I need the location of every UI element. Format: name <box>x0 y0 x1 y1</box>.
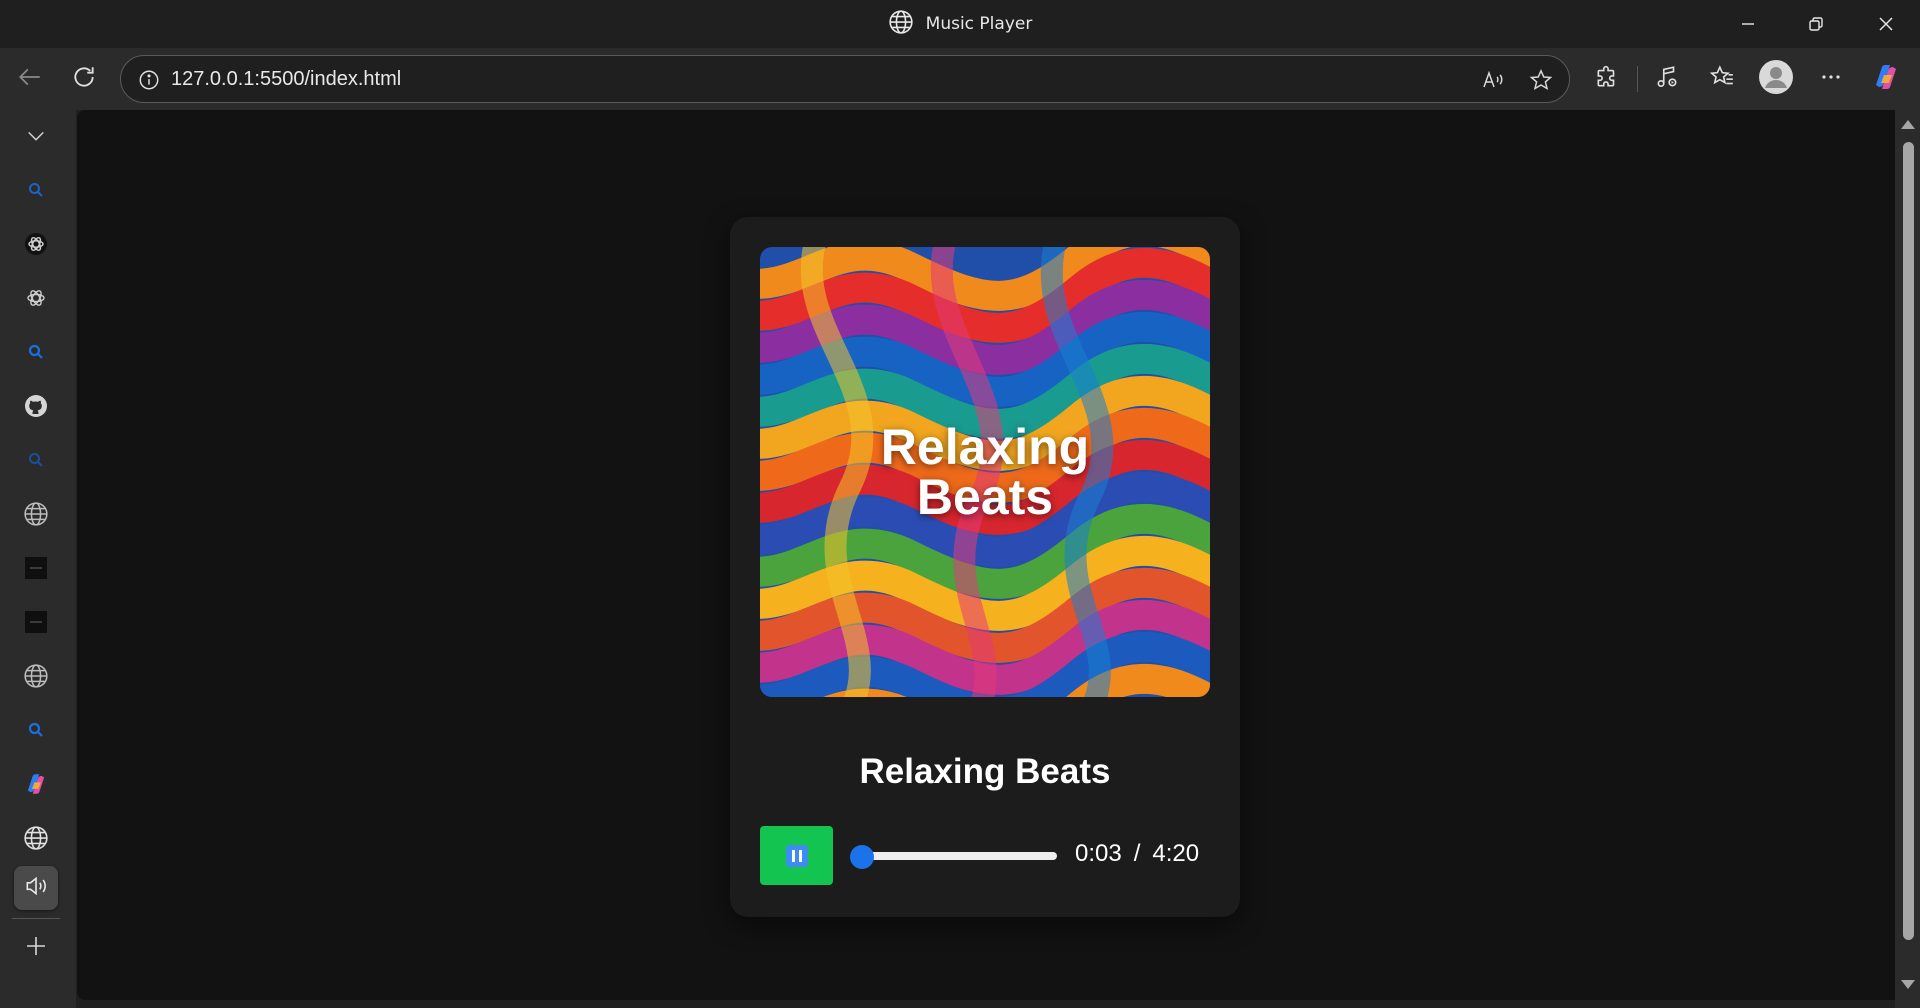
sidebar-item-music-player[interactable] <box>14 866 58 910</box>
copilot-icon <box>1870 61 1902 97</box>
globe-icon <box>888 9 914 40</box>
progress-thumb[interactable] <box>850 845 875 869</box>
scroll-up-arrow[interactable] <box>1901 120 1915 129</box>
sidebar-item-web-2[interactable] <box>14 656 58 700</box>
time-separator: / <box>1133 840 1141 867</box>
sidebar-divider <box>12 918 60 919</box>
scrollbar-thumb[interactable] <box>1903 142 1914 940</box>
toolbar-divider <box>1637 66 1638 92</box>
window-title: Music Player <box>925 14 1033 34</box>
pause-icon <box>785 844 808 867</box>
read-aloud-icon[interactable] <box>1471 58 1515 102</box>
favorites-button[interactable] <box>1700 57 1744 101</box>
sidebar-item-chatgpt-1[interactable] <box>14 224 58 268</box>
search-icon <box>28 452 44 472</box>
search-icon <box>28 344 44 364</box>
back-button[interactable] <box>8 57 52 101</box>
globe-icon <box>23 663 49 693</box>
restore-button[interactable] <box>1782 0 1850 48</box>
settings-more-button[interactable] <box>1809 57 1853 101</box>
sidebar-item-search-4[interactable] <box>14 710 58 754</box>
sidebar-add-button[interactable] <box>14 926 58 970</box>
star-icon[interactable] <box>1519 58 1563 102</box>
minimize-button[interactable] <box>1714 0 1782 48</box>
url-text[interactable]: 127.0.0.1:5500/index.html <box>171 56 401 102</box>
browser-sidebar <box>0 110 76 1008</box>
play-pause-button[interactable] <box>760 826 833 885</box>
sidebar-item-web-1[interactable] <box>14 494 58 538</box>
sidebar-item-search-1[interactable] <box>14 170 58 214</box>
song-title: Relaxing Beats <box>859 752 1111 791</box>
sidebar-item-web-3[interactable] <box>14 818 58 862</box>
openai-icon <box>24 286 48 314</box>
puzzle-icon <box>1594 64 1620 94</box>
music-player-card: Relaxing Beats Relaxing Beats 0:03 / 4:20 <box>730 217 1240 917</box>
profile-button[interactable] <box>1754 57 1798 101</box>
page-viewport: Relaxing Beats Relaxing Beats 0:03 / 4:20 <box>77 110 1895 1000</box>
sidebar-item-github[interactable] <box>14 386 58 430</box>
search-icon <box>28 722 44 742</box>
tab-thumbnail-icon <box>24 556 48 584</box>
info-icon[interactable] <box>127 58 171 102</box>
copilot-icon <box>23 771 49 801</box>
current-time: 0:03 <box>1075 840 1122 867</box>
duration: 4:20 <box>1152 840 1200 867</box>
time-display: 0:03 / 4:20 <box>1075 840 1199 868</box>
scroll-down-arrow[interactable] <box>1901 980 1915 989</box>
sidebar-item-chatgpt-2[interactable] <box>14 278 58 322</box>
extensions-button[interactable] <box>1585 57 1629 101</box>
sidebar-item-search-2[interactable] <box>14 332 58 376</box>
speaker-icon <box>23 873 49 903</box>
sidebar-item-page-1[interactable] <box>14 548 58 592</box>
window-title-bar: Music Player <box>0 0 1920 48</box>
close-button[interactable] <box>1852 0 1920 48</box>
progress-track[interactable] <box>852 852 1057 860</box>
globe-icon <box>23 825 49 855</box>
music-note-icon <box>1654 64 1680 94</box>
openai-icon <box>24 232 48 260</box>
chevron-down-icon <box>25 125 47 151</box>
arrow-left-icon <box>17 64 43 94</box>
more-icon <box>1819 65 1843 93</box>
plus-icon <box>24 934 48 962</box>
album-cover: Relaxing Beats <box>760 247 1210 697</box>
album-cover-title: Relaxing Beats <box>880 419 1090 525</box>
github-icon <box>24 394 48 422</box>
window-title-group: Music Player <box>0 0 1920 48</box>
refresh-icon <box>71 64 97 94</box>
copilot-button[interactable] <box>1864 57 1908 101</box>
tab-thumbnail-icon <box>24 610 48 638</box>
globe-icon <box>23 501 49 531</box>
progress-slider[interactable] <box>850 845 1057 869</box>
browser-toolbar: 127.0.0.1:5500/index.html <box>0 48 1920 110</box>
favorites-icon <box>1709 64 1735 94</box>
sidebar-collapse-button[interactable] <box>14 116 58 160</box>
address-bar[interactable]: 127.0.0.1:5500/index.html <box>120 55 1570 103</box>
refresh-button[interactable] <box>62 57 106 101</box>
sidebar-item-page-2[interactable] <box>14 602 58 646</box>
media-control-button[interactable] <box>1645 57 1689 101</box>
sidebar-item-copilot[interactable] <box>14 764 58 808</box>
sidebar-item-search-3[interactable] <box>14 440 58 484</box>
avatar-icon <box>1758 59 1794 99</box>
page-scrollbar[interactable] <box>1895 110 1920 1008</box>
search-icon <box>28 182 44 202</box>
